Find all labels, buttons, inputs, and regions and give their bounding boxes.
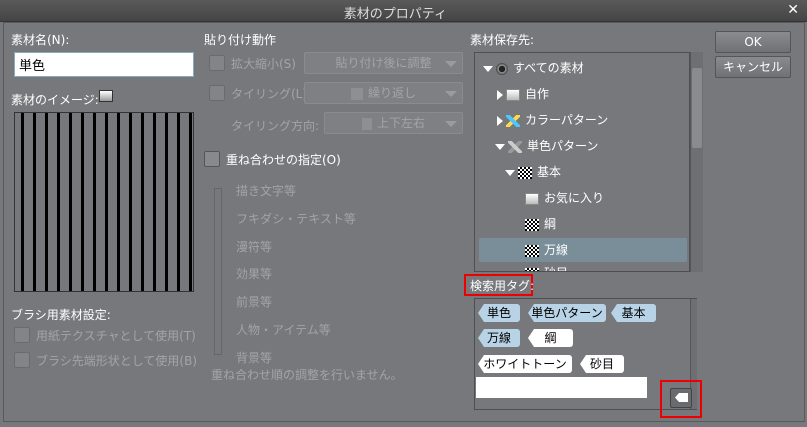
chevron-down-icon [445, 61, 457, 67]
paste-behavior-heading: 貼り付け動作 [204, 33, 277, 47]
tree-item-jisaku[interactable]: 自作 [475, 82, 689, 106]
tag-chip[interactable]: 綱 [528, 329, 573, 347]
repeat-icon [350, 87, 363, 100]
tag-chip[interactable]: 単色 [478, 304, 520, 322]
tag-chip[interactable]: 基本 [611, 304, 656, 322]
search-tags-label: 検索用タグ: [470, 279, 535, 293]
chevron-down-icon [445, 121, 457, 127]
brush-settings-heading: ブラシ用素材設定: [11, 308, 111, 322]
tone-icon [518, 166, 532, 179]
tiling-direction-value: 上下左右 [376, 116, 425, 130]
close-icon[interactable]: ✕ [787, 2, 799, 18]
material-image-preview [14, 112, 194, 292]
expand-down-icon [505, 169, 515, 176]
tiling-dropdown[interactable]: 繰り返し [304, 82, 463, 104]
mono-pattern-icon [508, 140, 522, 153]
cross-arrows-icon [361, 117, 372, 130]
tone-icon [525, 267, 539, 271]
scale-dropdown[interactable]: 貼り付け後に調整 [304, 52, 463, 74]
window-title: 素材のプロパティ [343, 7, 447, 22]
tag-input[interactable] [476, 377, 647, 398]
tiling-direction-label: タイリング方向: [231, 119, 320, 133]
tiling-value: 繰り返し [367, 86, 416, 100]
add-tag-button[interactable] [670, 388, 692, 408]
overlay-item: 背景等 [236, 351, 273, 365]
material-name-label: 素材名(N): [11, 33, 70, 47]
scale-checkbox[interactable] [209, 55, 225, 71]
expand-down-icon [495, 143, 505, 150]
scale-value: 貼り付け後に調整 [335, 56, 432, 70]
overlay-order-slider[interactable] [214, 188, 222, 355]
paper-texture-checkbox[interactable] [14, 327, 30, 343]
tiling-checkbox[interactable] [209, 85, 225, 101]
tone-icon [525, 244, 539, 257]
scale-label: 拡大縮小(S) [231, 57, 296, 71]
overlay-item: 描き文字等 [236, 184, 297, 198]
all-materials-icon [496, 62, 508, 75]
tag-chip[interactable]: 万線 [478, 329, 520, 347]
tree-item-sunome[interactable]: 砂目 [475, 261, 689, 271]
tone-icon [525, 218, 539, 231]
tree-scrollbar[interactable] [690, 52, 703, 272]
save-location-tree[interactable]: すべての素材 自作 カラーパターン 単色パターン 基本 お気に入り 綱 万線 砂… [474, 52, 690, 272]
material-image-label: 素材のイメージ: [11, 93, 99, 107]
expand-down-icon [483, 65, 493, 72]
tag-chip[interactable]: ホワイトトーン [478, 355, 572, 373]
tree-item-color-pattern[interactable]: カラーパターン [475, 108, 689, 132]
cancel-button[interactable]: キャンセル [715, 56, 791, 78]
overlay-item: 漫符等 [236, 240, 273, 254]
overlay-note: 重ね合わせ順の調整を行いません。 [211, 368, 403, 382]
tree-item-mansen[interactable]: 万線 [479, 238, 687, 262]
tag-chip[interactable]: 単色パターン [528, 304, 606, 322]
overlay-checkbox[interactable] [204, 151, 220, 167]
open-folder-icon[interactable] [99, 90, 113, 102]
overlay-item: 人物・アイテム等 [236, 323, 331, 337]
tree-item-mono-pattern[interactable]: 単色パターン [475, 134, 689, 158]
color-pattern-icon [506, 114, 520, 127]
overlay-item: 前景等 [236, 295, 273, 309]
brush-tip-label: ブラシ先端形状として使用(B) [36, 354, 197, 368]
overlay-item: フキダシ・テキスト等 [236, 212, 356, 226]
tree-item-favorites[interactable]: お気に入り [475, 186, 689, 210]
folder-icon [525, 192, 539, 205]
tree-item-kihon[interactable]: 基本 [475, 160, 689, 184]
tiling-label: タイリング(L) [231, 87, 308, 101]
expand-right-icon [497, 115, 503, 126]
tree-item-all-materials[interactable]: すべての素材 [475, 56, 689, 80]
ok-button[interactable]: OK [715, 31, 791, 53]
brush-tip-checkbox[interactable] [14, 352, 30, 368]
overlay-item: 効果等 [236, 267, 273, 281]
tiling-direction-dropdown[interactable]: 上下左右 [324, 112, 463, 134]
expand-right-icon [497, 89, 503, 100]
tag-chip[interactable]: 砂目 [580, 355, 624, 373]
chevron-down-icon [445, 91, 457, 97]
save-location-label: 素材保存先: [470, 33, 535, 47]
folder-icon [506, 88, 520, 101]
tree-item-ami[interactable]: 綱 [475, 212, 689, 236]
paper-texture-label: 用紙テクスチャとして使用(T) [36, 329, 196, 343]
scrollbar-thumb[interactable] [692, 68, 702, 148]
title-bar: 素材のプロパティ ✕ [0, 0, 807, 22]
overlay-label: 重ね合わせの指定(O) [226, 153, 341, 167]
add-tag-icon [675, 393, 688, 402]
material-name-input[interactable] [14, 52, 194, 77]
